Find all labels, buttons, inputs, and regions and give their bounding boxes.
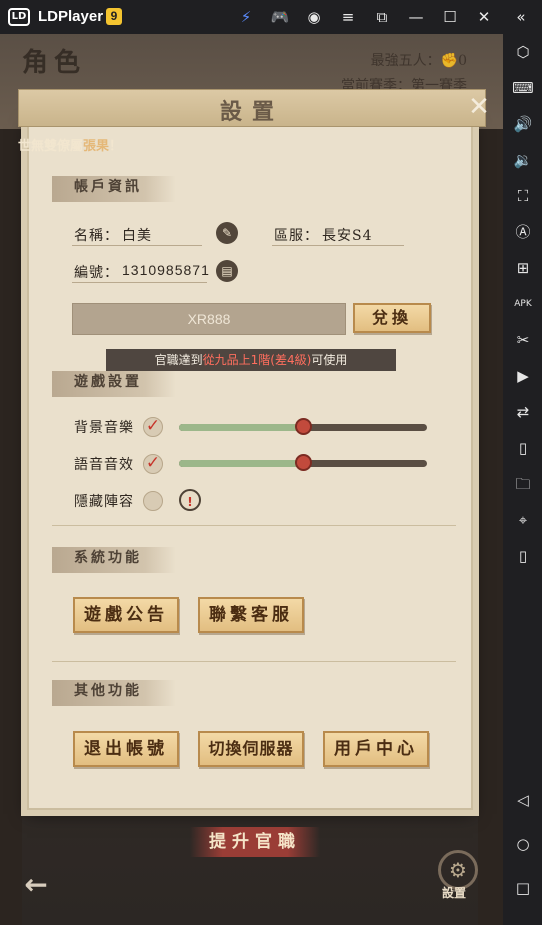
shake-icon[interactable]: ▯ — [511, 436, 535, 460]
rotate-a-icon[interactable]: Ⓐ — [511, 220, 535, 244]
close-icon[interactable]: ✕ — [474, 7, 494, 27]
contact-support-button[interactable]: 聯繫客服 — [198, 597, 304, 633]
location-icon[interactable]: ⌖ — [511, 508, 535, 532]
hide-lineup-label: 隱藏陣容 — [74, 494, 134, 510]
recent-icon[interactable]: □ — [511, 876, 535, 900]
keyboard-icon[interactable]: ⌨ — [511, 76, 535, 100]
minimize-icon[interactable]: — — [406, 7, 426, 27]
emulator-sidebar: ⬡ ⌨ 🔊 🔉 ⛶ Ⓐ ⊞ APK ✂ ▶ ⇄ ▯ 🗀 ⌖ ▯ ◁ ○ □ — [503, 34, 542, 925]
version-badge: 9 — [106, 8, 122, 25]
logout-button[interactable]: 退出帳號 — [73, 731, 179, 767]
voice-label: 語音音效 — [74, 457, 134, 473]
bolt-icon[interactable]: ⚡ — [236, 7, 256, 27]
bgm-slider-knob[interactable] — [295, 418, 312, 435]
ldplayer-logo-icon: LD — [8, 8, 30, 26]
fist-icon: ✊ — [440, 53, 459, 69]
name-label: 名稱： — [74, 228, 119, 244]
switch-server-button[interactable]: 切換伺服器 — [198, 731, 304, 767]
section-account-header: 帳戶資訊 — [52, 176, 176, 202]
id-underline — [72, 282, 207, 283]
redeem-code-input[interactable]: XR888 — [72, 303, 346, 335]
redeem-button[interactable]: 兌換 — [353, 303, 431, 333]
maximize-icon[interactable]: ☐ — [440, 7, 460, 27]
server-value: 長安S4 — [322, 228, 373, 244]
vibrate-icon[interactable]: ▯ — [511, 544, 535, 568]
voice-slider-fill — [179, 460, 303, 467]
game-notice-button[interactable]: 遊戲公告 — [73, 597, 179, 633]
edit-name-brush-icon[interactable]: ✎ — [216, 222, 238, 244]
sync-icon[interactable]: ⇄ — [511, 400, 535, 424]
back-arrow-icon[interactable]: ← — [18, 867, 54, 903]
section-other-header: 其他功能 — [52, 680, 176, 706]
emulator-titlebar: LD LDPlayer 9 ⚡ 🎮 ◉ ≡ ⧉ — ☐ ✕ « — [0, 0, 542, 34]
fullscreen-icon[interactable]: ⛶ — [511, 184, 535, 208]
bgm-slider[interactable] — [179, 418, 427, 435]
background-pillar — [0, 129, 22, 925]
settings-panel-header: 設置 ✕ — [18, 89, 490, 127]
info-exclamation-icon[interactable]: ! — [179, 489, 201, 511]
server-label: 區服： — [274, 228, 319, 244]
section-game-settings-header: 遊戲設置 — [52, 371, 176, 397]
user-icon[interactable]: ◉ — [304, 7, 324, 27]
voice-slider[interactable] — [179, 454, 427, 471]
add-window-icon[interactable]: ⊞ — [511, 256, 535, 280]
role-title: 角色 — [22, 48, 87, 78]
name-underline — [72, 245, 202, 246]
id-label: 編號： — [74, 265, 119, 281]
section-system-header: 系統功能 — [52, 547, 176, 573]
apk-icon[interactable]: APK — [511, 292, 535, 316]
promote-rank-button[interactable]: 提升官職 — [190, 827, 320, 857]
hide-lineup-checkbox[interactable]: ✓ — [143, 491, 163, 511]
close-panel-button[interactable]: ✕ — [465, 93, 493, 121]
settings-gear-label: 設置 — [442, 886, 467, 900]
video-record-icon[interactable]: ▶ — [511, 364, 535, 388]
gamepad-icon[interactable]: 🎮 — [270, 7, 290, 27]
back-icon[interactable]: ◁ — [511, 788, 535, 812]
announcement-ticker: 世無雙僚屬張果！ — [18, 139, 123, 154]
section-divider — [52, 661, 456, 662]
rank-requirement-note: 官職達到從九品上1階(差4級)可使用 — [106, 349, 396, 371]
background-pillar — [478, 129, 503, 925]
volume-down-icon[interactable]: 🔉 — [511, 148, 535, 172]
home-icon[interactable]: ○ — [511, 832, 535, 856]
settings-icon[interactable]: ⬡ — [511, 40, 535, 64]
bgm-label: 背景音樂 — [74, 420, 134, 436]
user-center-button[interactable]: 用戶中心 — [323, 731, 429, 767]
name-value: 白美 — [122, 228, 152, 244]
collapse-icon[interactable]: « — [511, 7, 531, 27]
voice-slider-knob[interactable] — [295, 454, 312, 471]
id-value: 1310985871 — [122, 262, 210, 278]
section-divider — [52, 525, 456, 526]
server-underline — [272, 245, 404, 246]
volume-up-icon[interactable]: 🔊 — [511, 112, 535, 136]
strongest-five: 最強五人：✊0 — [370, 53, 467, 69]
restore-icon[interactable]: ⧉ — [372, 7, 392, 27]
scissors-icon[interactable]: ✂ — [511, 328, 535, 352]
bgm-slider-fill — [179, 424, 303, 431]
voice-checkbox[interactable]: ✓ — [143, 454, 163, 474]
copy-id-scroll-icon[interactable]: ▤ — [216, 260, 238, 282]
bgm-checkbox[interactable]: ✓ — [143, 417, 163, 437]
menu-icon[interactable]: ≡ — [338, 7, 358, 27]
folder-icon[interactable]: 🗀 — [511, 472, 535, 496]
settings-title: 設置 — [219, 99, 284, 125]
app-name: LDPlayer — [38, 8, 104, 25]
